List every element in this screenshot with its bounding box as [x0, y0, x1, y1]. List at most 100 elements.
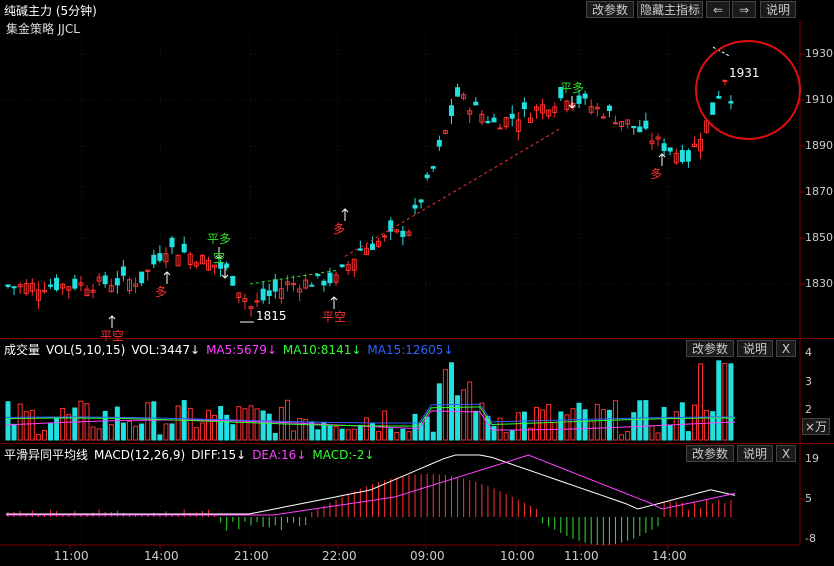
volume-bar — [540, 409, 546, 441]
volume-bar — [236, 406, 242, 441]
candle-body — [254, 300, 260, 303]
vol-ma5: MA5:5679↓ — [206, 343, 277, 357]
volume-bar — [406, 431, 412, 441]
vol-help-button[interactable]: 说明 — [737, 340, 773, 357]
time-tick-label: 21:00 — [234, 549, 269, 563]
vol-change-params-button[interactable]: 改参数 — [686, 340, 734, 357]
volume-bar — [266, 413, 272, 441]
price-chart[interactable]: 18151931平空多平多空多平空平多多 — [0, 0, 834, 566]
volume-bar — [102, 410, 108, 441]
candle-body — [418, 199, 424, 203]
volume-bar — [339, 428, 345, 441]
volume-bar — [303, 419, 309, 441]
signal-arrow-icon — [330, 296, 338, 309]
high-price-label: 1931 — [729, 66, 760, 80]
candle-body — [631, 125, 637, 129]
vol-unit-button[interactable]: ×万 — [802, 418, 830, 435]
vol-ma15: MA15:12605↓ — [367, 343, 454, 357]
volume-bar — [685, 431, 691, 441]
macd-diff-line — [6, 454, 736, 515]
volume-bar — [424, 416, 430, 441]
volume-bar — [473, 410, 479, 441]
time-tick-label: 09:00 — [410, 549, 445, 563]
candle-body — [661, 143, 667, 152]
volume-bar — [139, 423, 145, 441]
candle-body — [151, 254, 157, 265]
candle-body — [424, 174, 430, 179]
candle-body — [667, 147, 673, 152]
signal-label: 多 — [155, 285, 167, 299]
volume-bar — [108, 424, 114, 441]
volume-bar — [728, 363, 734, 441]
signal-arrow-icon — [568, 96, 576, 109]
volume-bar — [205, 409, 211, 441]
volume-params: VOL(5,10,15) — [46, 343, 126, 357]
volume-bar — [357, 424, 363, 441]
signal-label: 平多 — [560, 81, 584, 95]
volume-bar — [394, 432, 400, 441]
candle-body — [139, 271, 145, 284]
candle-body — [576, 95, 582, 104]
volume-bar — [655, 432, 661, 441]
volume-bar — [643, 400, 649, 441]
candle-body — [54, 277, 60, 291]
candle-body — [679, 149, 685, 162]
volume-bar — [199, 422, 205, 441]
volume-bar — [448, 362, 454, 441]
macd-help-button[interactable]: 说明 — [737, 445, 773, 462]
vol-ma10: MA10:8141↓ — [282, 343, 362, 357]
volume-value: VOL:3447↓ — [131, 343, 201, 357]
volume-bar — [667, 424, 673, 441]
candle-body — [48, 284, 54, 287]
volume-title: 成交量 — [4, 343, 41, 357]
candle-body — [716, 96, 722, 99]
vol-close-icon[interactable]: X — [776, 340, 796, 357]
volume-bar — [509, 430, 515, 441]
macd-value: MACD:-2↓ — [312, 448, 375, 462]
volume-bar — [315, 429, 321, 441]
time-tick-label: 14:00 — [144, 549, 179, 563]
volume-bar — [218, 405, 224, 441]
candle-body — [339, 264, 345, 267]
candle-body — [448, 105, 454, 116]
candle-body — [430, 166, 436, 169]
macd-diff: DIFF:15↓ — [191, 448, 247, 462]
volume-bar — [193, 427, 199, 441]
macd-change-params-button[interactable]: 改参数 — [686, 445, 734, 462]
volume-bar — [400, 428, 406, 441]
volume-bar — [430, 431, 436, 441]
volume-bar — [163, 423, 169, 441]
volume-bar — [710, 411, 716, 441]
volume-bar — [151, 401, 157, 441]
signal-arrow-icon — [341, 208, 349, 221]
volume-bar — [29, 409, 35, 441]
volume-bar — [96, 428, 102, 441]
candle-body — [491, 117, 497, 123]
macd-close-icon[interactable]: X — [776, 445, 796, 462]
volume-bar — [242, 408, 248, 441]
volume-bar — [90, 426, 96, 441]
candle-body — [509, 113, 515, 119]
candle-body — [11, 286, 17, 289]
candle-body — [710, 102, 716, 115]
trend-line — [344, 127, 563, 257]
price-tick-label: 1930 — [805, 47, 833, 60]
volume-bar — [291, 430, 297, 441]
macd-axis-label: -8 — [805, 532, 816, 545]
volume-bar — [594, 403, 600, 441]
divider — [0, 338, 834, 339]
volume-bar — [588, 420, 594, 441]
volume-bar — [491, 425, 497, 441]
time-tick-label: 11:00 — [564, 549, 599, 563]
signal-arrow-icon — [163, 271, 171, 284]
volume-bar — [704, 410, 710, 441]
candle-body — [722, 79, 728, 82]
volume-bar — [388, 428, 394, 441]
volume-bar — [619, 434, 625, 441]
divider — [0, 443, 834, 444]
candle-body — [497, 127, 503, 130]
macd-dea: DEA:16↓ — [252, 448, 307, 462]
time-tick-label: 22:00 — [322, 549, 357, 563]
volume-bar — [78, 400, 84, 441]
volume-bar — [679, 402, 685, 441]
